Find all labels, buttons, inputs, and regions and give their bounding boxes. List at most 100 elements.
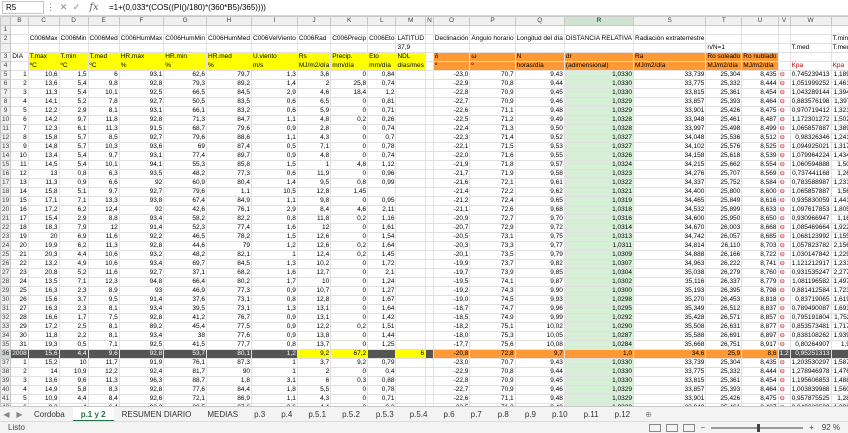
data-cell[interactable] (425, 232, 434, 242)
data-cell[interactable]: 0,6 (250, 97, 298, 107)
data-cell[interactable]: 37,6 (163, 295, 208, 305)
formula-input[interactable]: =1+(0,033*(COS((PI()/180)*(360*B5)/365))… (105, 3, 848, 12)
header-cell[interactable]: MJ/m2/día (705, 61, 743, 71)
add-sheet-icon[interactable]: ⊕ (642, 410, 655, 419)
data-cell[interactable]: 1,2 (250, 241, 298, 251)
data-cell[interactable]: 9,82 (514, 259, 565, 269)
data-cell[interactable]: 92,7 (118, 268, 165, 278)
data-cell[interactable]: 7,8 (87, 97, 120, 107)
data-cell[interactable]: 1,085469664 (789, 223, 832, 233)
row-number[interactable]: 15 (0, 160, 12, 170)
data-cell[interactable]: 13,4 (27, 151, 60, 161)
header-cell[interactable] (777, 61, 791, 71)
data-cell[interactable]: 35,508 (633, 322, 707, 332)
data-cell[interactable]: 72,7 (469, 214, 516, 224)
data-cell[interactable]: 1,065857887 (789, 124, 832, 134)
data-cell[interactable] (395, 367, 427, 377)
sheet-tab[interactable]: p.4 (273, 407, 300, 422)
column-header[interactable]: M (395, 16, 427, 26)
data-cell[interactable]: 26,003 (705, 223, 743, 233)
data-cell[interactable]: 1,172301272 (789, 115, 832, 125)
data-cell[interactable]: 25 (10, 286, 29, 296)
data-cell[interactable]: 15 (10, 196, 29, 206)
data-cell[interactable]: 9,7 (87, 151, 120, 161)
header-cell[interactable]: MJ/m2/día (741, 61, 779, 71)
data-cell[interactable]: 15,2 (27, 358, 60, 368)
data-cell[interactable] (425, 169, 434, 179)
data-cell[interactable]: 80,1 (206, 349, 252, 359)
sheet-tab[interactable]: p.11 (576, 407, 607, 422)
data-cell[interactable] (395, 331, 427, 341)
data-cell[interactable]: 0 (330, 142, 369, 152)
normal-view-icon[interactable] (649, 423, 662, 432)
data-cell[interactable]: -19,5 (432, 277, 471, 287)
more-options-icon[interactable]: ⋮ (44, 2, 57, 13)
data-cell[interactable]: 1,5 (250, 232, 298, 242)
header-cell[interactable] (10, 43, 29, 53)
data-cell[interactable]: 1,051999252 (789, 79, 832, 89)
data-cell[interactable]: 10,6 (87, 259, 120, 269)
header-cell[interactable] (777, 52, 791, 62)
data-cell[interactable]: 0,737441168 (789, 169, 832, 179)
data-cell[interactable]: 15,6 (27, 349, 60, 359)
data-cell[interactable]: 0,81 (367, 97, 397, 107)
data-cell[interactable]: 2 (296, 367, 332, 377)
data-cell[interactable] (425, 367, 434, 377)
data-cell[interactable]: 28 (10, 313, 29, 323)
header-cell[interactable] (250, 25, 298, 35)
data-cell[interactable]: 0 (330, 304, 369, 314)
data-cell[interactable]: -21,9 (432, 160, 471, 170)
data-cell[interactable]: 8,584 (741, 178, 779, 188)
data-cell[interactable] (425, 187, 434, 197)
row-number[interactable]: 33 (0, 322, 12, 332)
data-cell[interactable]: 92,8 (118, 349, 165, 359)
error-indicator-icon[interactable]: ⊖ (777, 340, 791, 350)
data-cell[interactable]: 77,6 (163, 385, 208, 395)
data-cell[interactable]: 70,7 (469, 70, 516, 80)
data-cell[interactable]: 1,723515842 (830, 286, 848, 296)
data-cell[interactable]: 9,90 (514, 286, 565, 296)
data-cell[interactable]: 69 (163, 142, 208, 152)
data-cell[interactable]: 45,4 (163, 322, 208, 332)
data-cell[interactable]: 8,8 (87, 214, 120, 224)
data-cell[interactable]: 34,670 (633, 223, 707, 233)
header-cell[interactable]: º (432, 61, 471, 71)
data-cell[interactable]: 10,5 (250, 187, 298, 197)
data-cell[interactable] (425, 295, 434, 305)
data-cell[interactable]: 12,8 (296, 187, 332, 197)
error-indicator-icon[interactable]: ⊖ (777, 376, 791, 386)
sheet-tab[interactable]: p.5.2 (334, 407, 368, 422)
column-header[interactable]: R (563, 16, 635, 26)
data-cell[interactable]: 1,6 (250, 268, 298, 278)
data-cell[interactable]: 20 (10, 241, 29, 251)
data-cell[interactable]: 92,8 (118, 115, 165, 125)
header-cell[interactable] (633, 43, 707, 53)
data-cell[interactable]: 8,9 (87, 286, 120, 296)
data-cell[interactable]: 11,3 (87, 241, 120, 251)
data-cell[interactable]: 93,6 (118, 142, 165, 152)
header-cell[interactable]: C006Max (27, 34, 60, 44)
data-cell[interactable]: 0,2 (330, 250, 369, 260)
data-cell[interactable]: 1,0329 (563, 385, 635, 395)
row-number[interactable]: 40 (0, 385, 12, 395)
data-cell[interactable]: 9,52 (514, 133, 565, 143)
data-cell[interactable]: 41,5 (163, 340, 208, 350)
data-cell[interactable]: 82,2 (206, 214, 252, 224)
header-cell[interactable] (741, 43, 779, 53)
data-cell[interactable]: 75,6 (469, 340, 516, 350)
data-cell[interactable]: 0 (330, 97, 369, 107)
data-cell[interactable] (395, 376, 427, 386)
data-cell[interactable]: 84,7 (206, 115, 252, 125)
header-cell[interactable]: % (118, 61, 165, 71)
data-cell[interactable]: 92,8 (118, 385, 165, 395)
data-cell[interactable]: 0,99 (367, 178, 397, 188)
data-cell[interactable] (395, 385, 427, 395)
error-indicator-icon[interactable]: ⊖ (777, 142, 791, 152)
data-cell[interactable]: 1,56956612 (830, 187, 848, 197)
header-cell[interactable] (777, 43, 791, 53)
header-cell[interactable]: T.med,Hrmed (830, 43, 848, 53)
row-number[interactable]: 32 (0, 313, 12, 323)
data-cell[interactable]: -18,7 (432, 304, 471, 314)
data-cell[interactable]: 1,065857887 (789, 187, 832, 197)
row-number[interactable]: 27 (0, 268, 12, 278)
